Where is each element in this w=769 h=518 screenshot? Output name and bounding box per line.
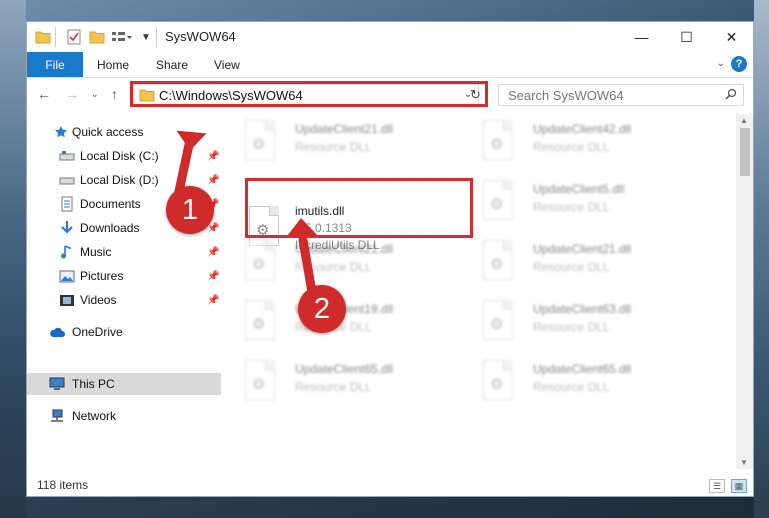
- annotation-arrows: [173, 130, 318, 297]
- step-2-badge: 2: [298, 285, 346, 333]
- step-1-badge: 1: [166, 186, 214, 234]
- arrow-to-dll-file: [287, 218, 318, 297]
